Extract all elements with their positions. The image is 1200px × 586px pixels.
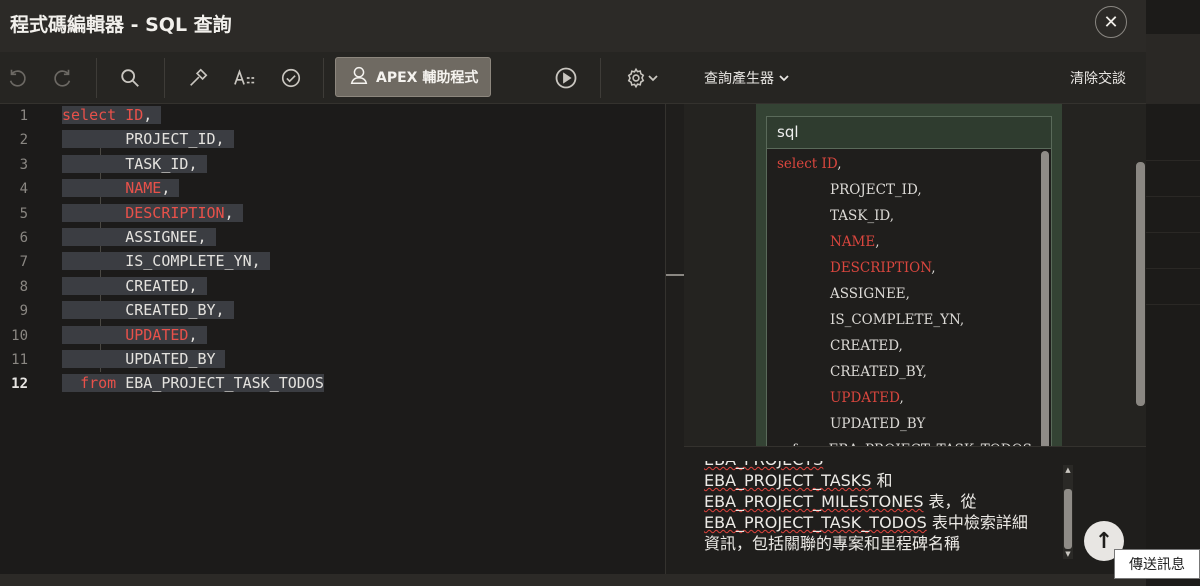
background-row — [1146, 160, 1200, 196]
code-line: DESCRIPTION, — [62, 202, 243, 225]
message-input[interactable]: EBA_PROJECTS EBA_PROJECT_TASKS 和 EBA_PRO… — [704, 461, 1060, 565]
message-line: EBA_PROJECT_TASK_TODOS 表中檢索詳細 — [704, 513, 1028, 532]
dialog-title: 程式碼編輯器 - SQL 查詢 — [10, 14, 232, 36]
redo-icon[interactable] — [50, 65, 76, 91]
close-icon: ✕ — [1103, 11, 1119, 33]
send-message-tooltip: 傳送訊息 — [1114, 549, 1200, 579]
message-line: EBA_PROJECT_MILESTONES 表，從 — [704, 492, 977, 511]
toolbar-divider — [96, 58, 97, 98]
message-scroll-thumb[interactable] — [1064, 489, 1072, 549]
line-number: 7 — [19, 254, 28, 271]
message-input-area: EBA_PROJECTS EBA_PROJECT_TASKS 和 EBA_PRO… — [684, 446, 1146, 574]
sql-card-line: DESCRIPTION, — [830, 260, 936, 276]
dialog-footer — [0, 574, 1146, 586]
code-editor[interactable]: 1 2 3 4 5 6 7 8 9 10 11 12 select ID, PROJECT_ID, T… — [0, 104, 665, 574]
toolbar-divider — [600, 58, 601, 98]
background-row — [1146, 268, 1200, 304]
editor-splitter[interactable] — [665, 104, 685, 574]
sql-response-bubble: sql select ID, PROJECT_ID, TASK_ID, NAME… — [756, 104, 1062, 446]
message-line: 資訊，包括關聯的專案和里程碑名稱 — [704, 534, 961, 553]
sql-card-line: ASSIGNEE, — [830, 286, 910, 302]
message-line: EBA_PROJECTS — [704, 461, 1060, 470]
sql-card-line: from EBA_PROJECT_TASK_TODOS — [792, 437, 1032, 446]
query-builder-label: 查詢產生器 — [704, 71, 774, 87]
sql-card-scrollbar[interactable] — [1041, 151, 1049, 446]
code-line: NAME, — [62, 177, 180, 200]
code-line: from EBA_PROJECT_TASK_TODOS — [62, 372, 324, 395]
dialog-titlebar: 程式碼編輯器 - SQL 查詢 ✕ — [0, 0, 1146, 52]
sql-card-line: UPDATED, — [830, 390, 904, 406]
line-number: 8 — [19, 278, 28, 295]
message-scrollbar[interactable]: ▲ ▼ — [1063, 465, 1073, 559]
code-line: UPDATED, — [62, 324, 207, 347]
hammer-icon[interactable] — [185, 65, 211, 91]
line-number: 12 — [11, 376, 28, 393]
sql-card-line: UPDATED_BY — [830, 416, 926, 432]
code-line: PROJECT_ID, — [62, 128, 234, 151]
line-number: 4 — [19, 181, 28, 198]
toolbar-divider — [323, 58, 324, 98]
validate-icon[interactable] — [278, 65, 304, 91]
sql-card-line: PROJECT_ID, — [830, 182, 922, 198]
close-button[interactable]: ✕ — [1095, 6, 1127, 38]
sql-card-line: IS_COMPLETE_YN, — [830, 312, 965, 328]
sql-card-line: CREATED_BY, — [830, 364, 927, 380]
line-number: 10 — [11, 327, 28, 344]
line-number: 11 — [11, 352, 28, 368]
toolbar-divider — [164, 58, 165, 98]
query-builder-menu[interactable]: 查詢產生器 — [704, 68, 790, 88]
settings-menu-button[interactable] — [620, 65, 664, 91]
line-number: 6 — [19, 230, 28, 246]
gear-icon — [627, 67, 645, 89]
scroll-down-icon[interactable]: ▼ — [1063, 549, 1073, 559]
code-line: CREATED_BY, — [62, 299, 234, 322]
clear-conversation-button[interactable]: 清除交談 — [1070, 68, 1126, 88]
code-line: CREATED, — [62, 275, 207, 298]
code-line: UPDATED_BY — [62, 348, 225, 371]
background-row — [1146, 304, 1200, 340]
line-number: 1 — [19, 108, 28, 124]
assistant-conversation: sql select ID, PROJECT_ID, TASK_ID, NAME… — [684, 104, 1146, 446]
sql-code-card: sql select ID, PROJECT_ID, TASK_ID, NAME… — [766, 116, 1052, 446]
line-number-gutter: 1 2 3 4 5 6 7 8 9 10 11 12 — [0, 104, 48, 574]
code-line: ASSIGNEE, — [62, 226, 216, 249]
chevron-down-icon — [779, 75, 789, 82]
sql-card-line: TASK_ID, — [830, 208, 895, 224]
conversation-scrollbar[interactable] — [1136, 162, 1145, 406]
apex-assistant-button[interactable]: APEX 輔助程式 — [335, 57, 491, 97]
splitter-handle[interactable] — [666, 274, 685, 276]
chevron-down-icon — [648, 75, 658, 82]
message-line: EBA_PROJECT_TASKS 和 — [704, 471, 893, 490]
line-number: 2 — [19, 132, 28, 149]
scroll-up-icon[interactable]: ▲ — [1063, 465, 1073, 475]
line-number: 3 — [19, 156, 28, 173]
arrow-up-icon: ↑ — [1094, 528, 1114, 554]
search-icon[interactable] — [117, 65, 143, 91]
sql-card-line: select ID, — [777, 156, 842, 172]
run-icon[interactable] — [553, 65, 579, 91]
editor-toolbar: APEX 輔助程式 — [0, 52, 684, 104]
text-format-icon[interactable] — [232, 65, 258, 91]
code-line: IS_COMPLETE_YN, — [62, 250, 270, 273]
sql-card-line: NAME, — [830, 234, 880, 250]
line-number: 5 — [19, 205, 28, 222]
apex-assistant-label: APEX 輔助程式 — [376, 70, 479, 86]
assistant-panel-header: 查詢產生器 清除交談 — [684, 52, 1146, 104]
code-editor-dialog: 程式碼編輯器 - SQL 查詢 ✕ APEX 輔助程式 1 2 3 4 5 6 … — [0, 0, 1146, 586]
sql-card-line: CREATED, — [830, 338, 903, 354]
background-app — [1146, 0, 1200, 586]
background-toolbar — [1146, 34, 1200, 104]
background-row — [1146, 196, 1200, 232]
sql-card-header: sql — [767, 117, 1051, 149]
undo-icon[interactable] — [4, 65, 30, 91]
line-number: 9 — [19, 303, 28, 320]
background-row — [1146, 232, 1200, 268]
code-line: select ID, — [62, 104, 162, 127]
code-line: TASK_ID, — [62, 153, 207, 176]
assistant-icon — [348, 64, 370, 90]
